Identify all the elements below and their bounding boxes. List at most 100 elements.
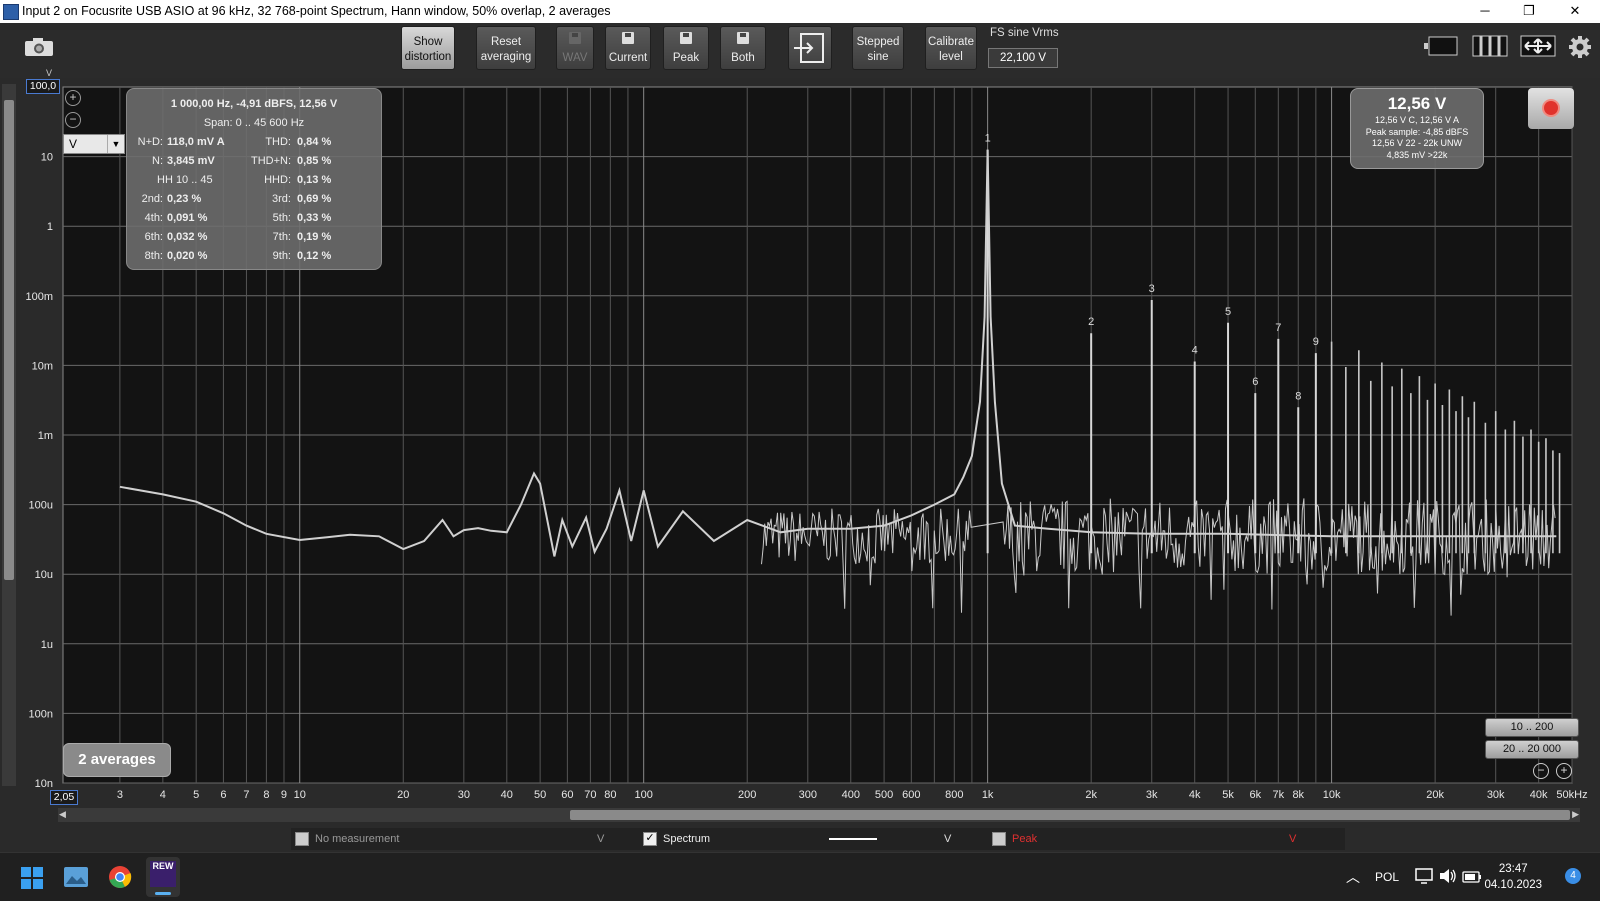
- zoom-in-x-icon[interactable]: +: [1556, 763, 1572, 779]
- y-max-box[interactable]: 100,0: [26, 79, 60, 94]
- level-line-2: Peak sample: -4,85 dBFS: [1365, 126, 1469, 137]
- network-icon[interactable]: [1415, 868, 1433, 889]
- y-tick-label: 10n: [35, 778, 53, 790]
- volume-icon[interactable]: [1439, 868, 1457, 889]
- x-tick-label: 7k: [1272, 789, 1284, 801]
- x-tick-label: 10k: [1323, 789, 1341, 801]
- x-tick-label: 200: [738, 789, 756, 801]
- zoom-preset-20-20000[interactable]: 20 .. 20 000: [1485, 740, 1579, 759]
- x-tick-label: 10: [294, 789, 306, 801]
- x-tick-label: 60: [561, 789, 573, 801]
- peak-unit: V: [1289, 833, 1297, 845]
- x-tick-label: 8k: [1292, 789, 1304, 801]
- y-tick-label: 1m: [38, 430, 53, 442]
- x-min-box[interactable]: 2,05: [50, 790, 78, 805]
- zoom-out-x-icon[interactable]: −: [1533, 763, 1549, 779]
- y-tick-label: 100n: [29, 708, 53, 720]
- x-tick-label: 70: [584, 789, 596, 801]
- zoom-out-icon[interactable]: −: [65, 112, 81, 128]
- peak-checkbox[interactable]: [992, 832, 1006, 846]
- thd-value: 0,84 %: [297, 136, 332, 148]
- notification-badge[interactable]: 4: [1565, 868, 1581, 884]
- thdn-label: THD+N:: [250, 155, 291, 167]
- y-tick-label: 100u: [29, 500, 53, 512]
- x-tick-label: 500: [875, 789, 893, 801]
- distortion-header: 1 000,00 Hz, -4,91 dBFS, 12,56 V: [170, 98, 338, 110]
- h4-value: 0,091 %: [167, 212, 208, 224]
- chevron-up-icon[interactable]: ︿: [1346, 867, 1360, 887]
- zoom-in-icon[interactable]: +: [65, 90, 81, 106]
- level-line-1: 12,56 V C, 12,56 V A: [1374, 115, 1460, 125]
- n-value: 3,845 mV: [167, 155, 215, 167]
- x-tick-label: 50: [534, 789, 546, 801]
- rew-logo: REW: [150, 861, 176, 887]
- h4-label: 4th:: [144, 212, 163, 224]
- hh-label: HH 10 .. 45: [157, 174, 213, 186]
- horizontal-scrollbar[interactable]: ◀ ▶: [58, 808, 1580, 822]
- x-tick-label: 5k: [1222, 789, 1234, 801]
- harmonic-label: 7: [1275, 322, 1281, 334]
- h2-value: 0,23 %: [167, 193, 202, 205]
- h8-label: 8th:: [144, 250, 163, 262]
- language-indicator[interactable]: POL: [1375, 870, 1399, 884]
- x-tick-label: 600: [902, 789, 920, 801]
- harmonic-label: 5: [1225, 306, 1231, 318]
- x-tick-label: 400: [842, 789, 860, 801]
- level-line-3: 12,56 V 22 - 22k UNW: [1371, 138, 1463, 148]
- averages-badge: 2 averages: [63, 743, 171, 777]
- h2-label: 2nd:: [141, 193, 163, 205]
- y-tick-label: 1u: [41, 639, 53, 651]
- no-measurement-label: No measurement: [315, 833, 400, 845]
- x-tick-label: 4k: [1189, 789, 1201, 801]
- x-tick-label: 40k: [1530, 789, 1548, 801]
- x-tick-label: 30k: [1487, 789, 1505, 801]
- thdn-value: 0,85 %: [297, 155, 332, 167]
- x-tick-label: 3k: [1146, 789, 1158, 801]
- chrome-icon[interactable]: [108, 865, 132, 894]
- x-tick-label: 40: [501, 789, 513, 801]
- x-tick-label: 80: [604, 789, 616, 801]
- battery-icon[interactable]: [1462, 870, 1482, 888]
- rew-app-icon[interactable]: REW: [146, 857, 180, 897]
- h5-value: 0,33 %: [297, 212, 332, 224]
- zoom-preset-10-200[interactable]: 10 .. 200: [1485, 718, 1579, 737]
- nd-value: 118,0 mV A: [167, 136, 225, 148]
- harmonic-label: 4: [1192, 344, 1198, 356]
- scroll-right-arrow[interactable]: ▶: [1572, 809, 1579, 820]
- level-line-4: 4,835 mV >22k: [1386, 149, 1448, 160]
- horizontal-scroll-thumb[interactable]: [570, 810, 1570, 820]
- clock[interactable]: 23:47 04.10.2023: [1484, 861, 1542, 893]
- harmonic-label: 6: [1252, 376, 1258, 388]
- taskbar: REW ︿ POL 23:47 04.10.2023 4: [0, 852, 1600, 901]
- x-axis-labels: 3 4 5 6 7 8 9 10 20 30 40 50 60 70 80 100 200 300 400 500 60…: [117, 789, 1588, 801]
- clock-time: 23:47: [1498, 863, 1528, 875]
- x-tick-label: 300: [799, 789, 817, 801]
- photos-app-icon[interactable]: [64, 866, 88, 893]
- harmonic-label: 8: [1295, 390, 1301, 402]
- x-tick-label: 2k: [1085, 789, 1097, 801]
- no-measurement-checkbox[interactable]: [295, 832, 309, 846]
- x-tick-label: 50kHz: [1556, 789, 1587, 801]
- spectrum-checkbox[interactable]: ✓: [643, 832, 657, 846]
- h3-label: 3rd:: [272, 193, 291, 205]
- harmonic-label: 2: [1088, 316, 1094, 328]
- harmonic-label: 1: [985, 133, 991, 145]
- thd-label: THD:: [265, 136, 291, 148]
- h5-label: 5th:: [272, 212, 291, 224]
- spectrum-label: Spectrum: [663, 833, 711, 845]
- unit-select-value: V: [69, 137, 78, 151]
- spectrum-line-swatch: [829, 838, 877, 840]
- scroll-left-arrow[interactable]: ◀: [59, 809, 66, 820]
- x-tick-label: 6: [220, 789, 226, 801]
- no-measurement-unit: V: [597, 833, 605, 845]
- span-text: Span: 0 .. 45 600 Hz: [203, 117, 305, 129]
- unit-select[interactable]: V ▼: [63, 134, 125, 154]
- x-tick-label: 7: [243, 789, 249, 801]
- record-button[interactable]: [1528, 88, 1574, 129]
- x-tick-label: 100: [634, 789, 652, 801]
- windows-start-icon[interactable]: [21, 867, 43, 894]
- h7-value: 0,19 %: [297, 231, 332, 243]
- h9-label: 9th:: [272, 250, 291, 262]
- spectrum-unit: V: [944, 833, 952, 845]
- y-tick-label: 10: [41, 152, 53, 164]
